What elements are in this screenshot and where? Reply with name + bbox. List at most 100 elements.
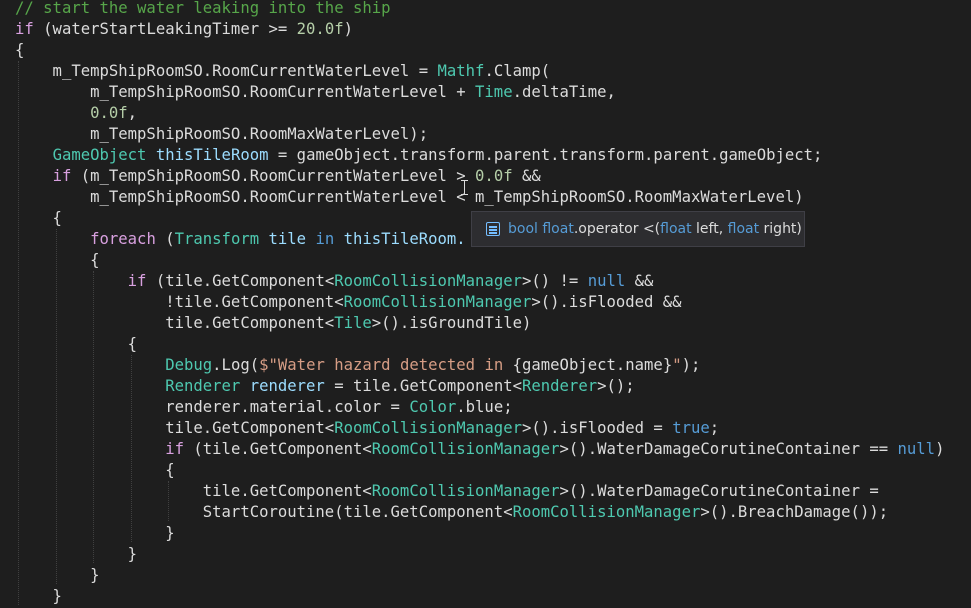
code-line[interactable]: {: [15, 250, 100, 271]
code-token: if: [127, 272, 147, 290]
tooltip-token: bool: [508, 221, 543, 237]
code-token: tile.GetComponent<: [15, 482, 372, 500]
code-token: .Clamp(: [484, 62, 551, 80]
code-token: ": [672, 356, 682, 374]
code-line[interactable]: tile.GetComponent<Tile>().isGroundTile): [15, 313, 531, 334]
code-line[interactable]: m_TempShipRoomSO.RoomCurrentWaterLevel <…: [15, 187, 804, 208]
code-token: (waterStartLeakingTimer >=: [33, 20, 297, 38]
code-line[interactable]: if (waterStartLeakingTimer >= 20.0f): [15, 19, 353, 40]
code-token: m_TempShipRoomSO.RoomMaxWaterLevel);: [15, 125, 429, 143]
code-token: Color: [409, 398, 457, 416]
code-token: {: [15, 461, 175, 479]
code-token: if: [165, 440, 184, 458]
code-token: RoomCollisionManager: [371, 482, 560, 500]
code-line[interactable]: }: [15, 544, 137, 565]
code-token: true: [672, 419, 710, 437]
code-token: tile: [259, 230, 307, 248]
code-token: .Log(: [212, 356, 260, 374]
code-token: &&: [625, 272, 654, 290]
code-token: >() !=: [521, 272, 588, 290]
code-token: .blue;: [456, 398, 513, 416]
code-token: RoomCollisionManager: [512, 503, 701, 521]
code-token: (tile.GetComponent<: [184, 440, 372, 458]
code-token: m_TempShipRoomSO.RoomCurrentWaterLevel +: [15, 83, 476, 101]
code-token: Debug: [165, 356, 213, 374]
code-token: if: [15, 20, 34, 38]
code-line[interactable]: {: [15, 40, 24, 61]
code-token: = gameObject.transform.parent.transform.…: [268, 146, 823, 164]
code-line[interactable]: foreach (Transform tile in thisTileRoom.: [15, 229, 466, 250]
code-token: tile.GetComponent<: [15, 314, 335, 332]
code-line[interactable]: Debug.Log($"Water hazard detected in {ga…: [15, 355, 700, 376]
code-token: null: [587, 272, 626, 290]
code-token: >().WaterDamageCorutineContainer =: [559, 482, 879, 500]
code-token: ,: [127, 104, 138, 122]
code-token: m_TempShipRoomSO.RoomCurrentWaterLevel <…: [15, 188, 804, 206]
code-token: );: [681, 356, 701, 374]
code-token: = tile.GetComponent<: [324, 377, 522, 395]
code-line[interactable]: {: [15, 208, 62, 229]
code-token: ): [343, 20, 353, 38]
code-token: StartCoroutine(tile.GetComponent<: [15, 503, 513, 521]
code-line[interactable]: renderer.material.color = Color.blue;: [15, 397, 513, 418]
code-line[interactable]: GameObject thisTileRoom = gameObject.tra…: [15, 145, 823, 166]
code-line[interactable]: tile.GetComponent<RoomCollisionManager>(…: [15, 481, 879, 502]
code-line[interactable]: m_TempShipRoomSO.RoomCurrentWaterLevel =…: [15, 61, 551, 82]
text-cursor-icon: [461, 180, 468, 195]
code-token: {: [15, 251, 100, 269]
code-token: {gameObject.name}: [512, 356, 673, 374]
code-line[interactable]: StartCoroutine(tile.GetComponent<RoomCol…: [15, 502, 888, 523]
tooltip-token: float: [542, 221, 574, 237]
code-token: 0.0f: [475, 167, 513, 185]
tooltip-token: .operator: [573, 221, 643, 237]
code-token: GameObject: [52, 146, 147, 164]
code-line[interactable]: Renderer renderer = tile.GetComponent<Re…: [15, 376, 634, 397]
tooltip-token: left,: [696, 221, 728, 237]
code-line[interactable]: m_TempShipRoomSO.RoomMaxWaterLevel);: [15, 124, 428, 145]
code-editor[interactable]: // start the water leaking into the ship…: [0, 0, 971, 608]
code-line[interactable]: !tile.GetComponent<RoomCollisionManager>…: [15, 292, 681, 313]
code-line[interactable]: }: [15, 565, 100, 586]
code-token: .deltaTime,: [512, 83, 616, 101]
code-token: {: [15, 41, 25, 59]
code-token: if: [52, 167, 72, 185]
code-line[interactable]: {: [15, 460, 175, 481]
code-line[interactable]: }: [15, 586, 62, 607]
code-token: // start the water leaking into the ship: [15, 0, 391, 17]
code-token: }: [15, 566, 100, 584]
code-line[interactable]: m_TempShipRoomSO.RoomCurrentWaterLevel +…: [15, 82, 616, 103]
operator-icon: [486, 222, 500, 236]
code-token: Mathf: [437, 62, 485, 80]
code-token: Time: [475, 83, 513, 101]
code-token: >().BreachDamage());: [700, 503, 889, 521]
code-line[interactable]: // start the water leaking into the ship: [15, 0, 391, 19]
code-token: &&: [512, 167, 541, 185]
code-token: {: [15, 335, 138, 353]
tooltip-token: <(: [642, 221, 661, 237]
code-token: (tile.GetComponent<: [146, 272, 335, 290]
code-line[interactable]: if (tile.GetComponent<RoomCollisionManag…: [15, 271, 654, 292]
code-line[interactable]: 0.0f,: [15, 103, 137, 124]
code-token: Renderer: [165, 377, 241, 395]
code-token: }: [15, 524, 175, 542]
code-line[interactable]: tile.GetComponent<RoomCollisionManager>(…: [15, 418, 719, 439]
code-token: Tile: [334, 314, 372, 332]
code-token: renderer: [240, 377, 325, 395]
code-token: m_TempShipRoomSO.RoomCurrentWaterLevel =: [15, 62, 438, 80]
code-token: >().WaterDamageCorutineContainer ==: [559, 440, 898, 458]
code-token: thisTileRoom.: [334, 230, 466, 248]
code-line[interactable]: {: [15, 334, 137, 355]
code-token: thisTileRoom: [146, 146, 269, 164]
code-line[interactable]: if (tile.GetComponent<RoomCollisionManag…: [15, 439, 944, 460]
code-token: }: [15, 587, 62, 605]
code-token: RoomCollisionManager: [334, 272, 522, 290]
code-line[interactable]: }: [15, 523, 175, 544]
code-token: RoomCollisionManager: [371, 440, 560, 458]
quick-info-tooltip: bool float.operator <(float left, float …: [471, 211, 805, 247]
